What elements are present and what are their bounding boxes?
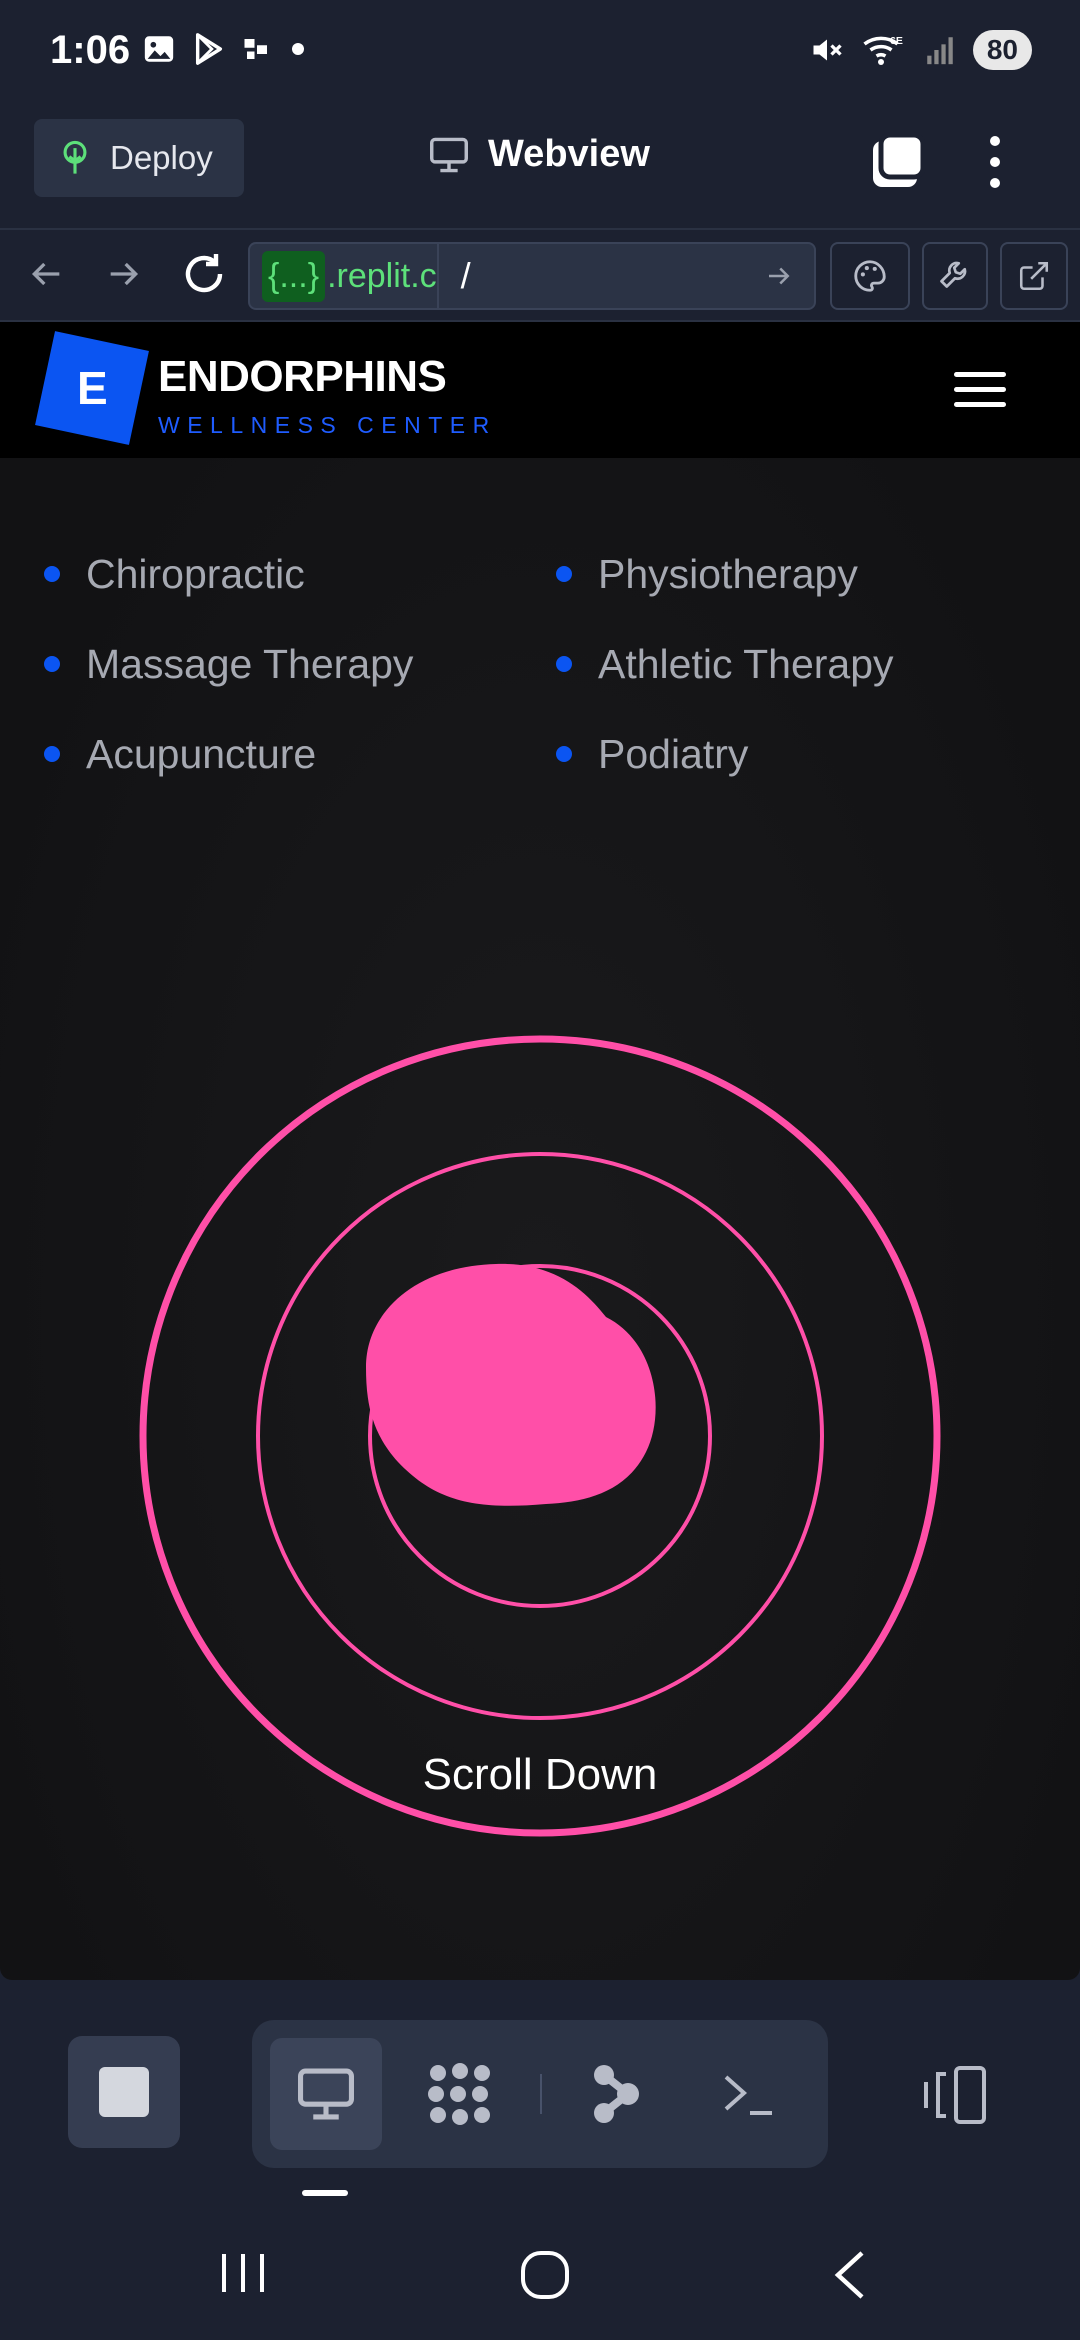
url-toolbar: {...} .replit.c / bbox=[0, 230, 1080, 322]
site-menu-button[interactable] bbox=[954, 370, 1006, 415]
git-icon bbox=[594, 2065, 639, 2123]
panel-toggle-button[interactable] bbox=[920, 2064, 990, 2131]
workspace-icon bbox=[428, 2063, 490, 2125]
site-header: E ENDORPHINS WELLNESS CENTER bbox=[0, 322, 1080, 458]
service-label: Acupuncture bbox=[86, 730, 317, 777]
bullet-dot bbox=[556, 566, 572, 582]
status-system-icons: 6E 80 bbox=[809, 30, 1032, 70]
recent-apps-icon bbox=[222, 2254, 264, 2292]
service-label: Podiatry bbox=[598, 730, 749, 777]
services-list: Chiropractic Physiotherapy Massage Thera… bbox=[44, 550, 1044, 778]
tabs-button[interactable] bbox=[868, 131, 928, 198]
theme-button[interactable] bbox=[830, 242, 910, 310]
forward-button[interactable] bbox=[104, 252, 144, 301]
external-link-icon bbox=[1019, 261, 1049, 291]
active-tab-indicator bbox=[302, 2190, 348, 2196]
shell-icon bbox=[724, 2075, 772, 2115]
tool-tab-group bbox=[252, 2020, 828, 2168]
scroll-down-label[interactable]: Scroll Down bbox=[0, 1750, 1080, 1800]
bullet-dot bbox=[556, 656, 572, 672]
palette-icon bbox=[854, 260, 886, 292]
wifi-6e-icon: 6E bbox=[863, 35, 903, 65]
hero-rings-graphic bbox=[139, 1035, 941, 1837]
gallery-icon bbox=[144, 36, 174, 62]
monitor-icon bbox=[430, 137, 468, 172]
app-icon bbox=[244, 39, 267, 59]
service-label: Chiropractic bbox=[86, 550, 305, 597]
url-field[interactable]: {...} .replit.c / bbox=[248, 242, 816, 310]
reload-button[interactable] bbox=[180, 248, 228, 305]
back-button[interactable] bbox=[26, 252, 66, 301]
status-time: 1:06 bbox=[50, 28, 131, 72]
service-item-chiropractic: Chiropractic bbox=[44, 550, 556, 598]
service-item-physiotherapy: Physiotherapy bbox=[556, 550, 1044, 598]
devtools-button[interactable] bbox=[922, 242, 988, 310]
brand-tagline: WELLNESS CENTER bbox=[158, 412, 497, 438]
home-icon bbox=[521, 2251, 569, 2299]
service-label: Athletic Therapy bbox=[598, 640, 894, 687]
home-button[interactable] bbox=[520, 2250, 570, 2305]
site-logo[interactable]: E bbox=[35, 331, 149, 445]
tab-git[interactable] bbox=[560, 2038, 672, 2150]
tool-separator bbox=[540, 2074, 542, 2114]
url-repl-badge: {...} bbox=[262, 250, 326, 302]
bullet-dot bbox=[44, 746, 60, 762]
service-item-massage-therapy: Massage Therapy bbox=[44, 640, 556, 688]
tab-webview[interactable] bbox=[270, 2038, 382, 2150]
hamburger-icon bbox=[954, 372, 1006, 407]
deploy-tree-icon bbox=[63, 140, 87, 174]
bullet-dot bbox=[44, 566, 60, 582]
app-header: Deploy Webview bbox=[0, 105, 1080, 230]
bullet-dot bbox=[44, 656, 60, 672]
bottom-toolbar bbox=[0, 1980, 1080, 2200]
deploy-label: Deploy bbox=[110, 139, 213, 176]
reload-icon bbox=[185, 254, 223, 293]
service-label: Massage Therapy bbox=[86, 640, 414, 687]
stop-button[interactable] bbox=[68, 2036, 180, 2148]
pink-blob bbox=[366, 1263, 656, 1506]
deploy-button[interactable]: Deploy bbox=[34, 119, 244, 197]
open-external-button[interactable] bbox=[1000, 242, 1068, 310]
battery-level: 80 bbox=[972, 30, 1032, 70]
status-bar: 1:06 6E 80 bbox=[0, 0, 1080, 105]
url-host: .replit.c bbox=[327, 256, 437, 295]
webview-content: E ENDORPHINS WELLNESS CENTER Chiropracti… bbox=[0, 322, 1080, 1980]
wrench-icon bbox=[940, 261, 967, 288]
arrow-right-icon bbox=[110, 262, 139, 286]
status-notification-icons bbox=[142, 32, 308, 66]
system-navigation-bar bbox=[0, 2200, 1080, 2340]
brand-name: ENDORPHINS bbox=[158, 352, 447, 401]
tab-shell[interactable] bbox=[692, 2038, 804, 2150]
tab-workspace[interactable] bbox=[404, 2038, 516, 2150]
logo-letter: E bbox=[76, 362, 108, 414]
more-options-button[interactable] bbox=[980, 131, 1010, 198]
webview-icon bbox=[298, 2068, 354, 2120]
webview-label: Webview bbox=[488, 133, 650, 175]
mute-icon bbox=[813, 39, 842, 61]
tabs-icon bbox=[873, 132, 926, 187]
recent-apps-button[interactable] bbox=[218, 2250, 268, 2301]
more-vertical-icon bbox=[990, 136, 1000, 188]
signal-icon bbox=[927, 37, 953, 65]
dot-icon bbox=[292, 43, 304, 55]
bullet-dot bbox=[556, 746, 572, 762]
service-item-athletic-therapy: Athletic Therapy bbox=[556, 640, 1044, 688]
back-nav-button[interactable] bbox=[830, 2250, 870, 2305]
service-item-acupuncture: Acupuncture bbox=[44, 730, 556, 778]
split-panel-icon bbox=[924, 2066, 986, 2124]
svg-text:6E: 6E bbox=[890, 35, 903, 47]
back-chevron-icon bbox=[834, 2251, 864, 2299]
service-label: Physiotherapy bbox=[598, 550, 858, 597]
url-go-icon[interactable] bbox=[764, 261, 794, 291]
service-item-podiatry: Podiatry bbox=[556, 730, 1044, 778]
url-divider bbox=[436, 244, 439, 308]
play-store-icon bbox=[195, 33, 223, 65]
arrow-left-icon bbox=[31, 262, 60, 286]
webview-title: Webview bbox=[428, 133, 650, 176]
url-path-input[interactable]: / bbox=[461, 255, 764, 297]
stop-icon bbox=[99, 2067, 149, 2117]
